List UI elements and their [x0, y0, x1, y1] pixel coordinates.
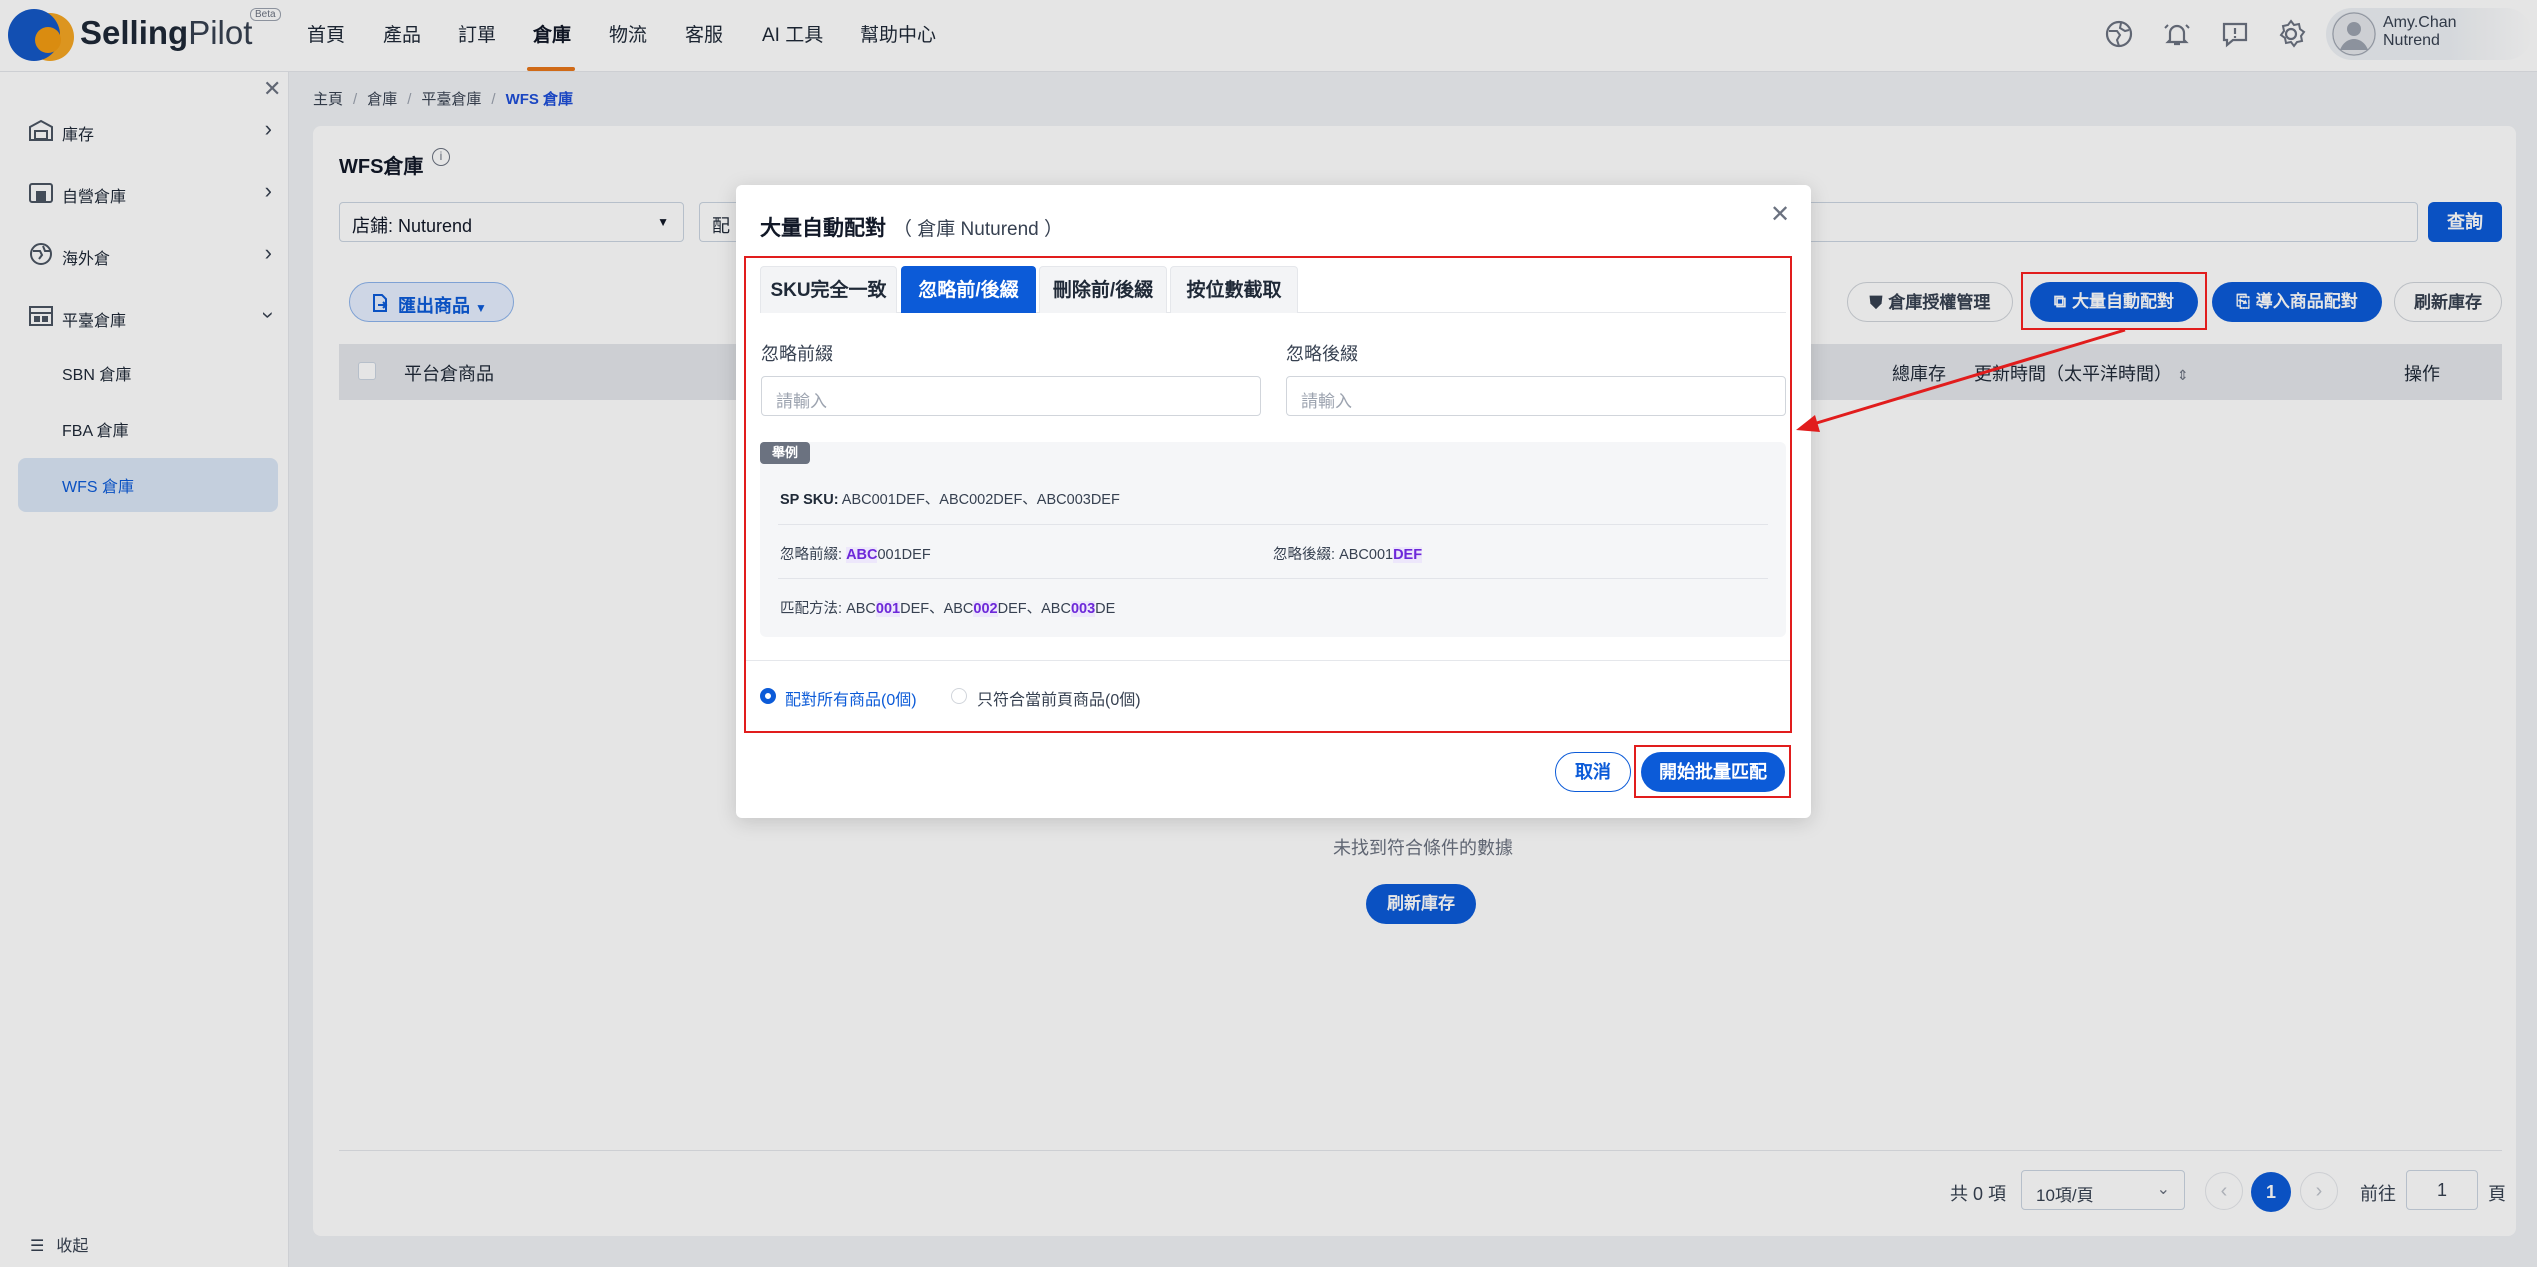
- annotation-highlight-options: [744, 256, 1792, 733]
- close-icon[interactable]: ✕: [1770, 200, 1790, 229]
- annotation-highlight-bulk: [2021, 272, 2207, 330]
- start-batch-match-button[interactable]: 開始批量匹配: [1641, 752, 1785, 792]
- cancel-button[interactable]: 取消: [1555, 752, 1631, 792]
- modal-title: 大量自動配對: [760, 217, 886, 240]
- modal-subtitle: （ 倉庫 Nuturend ）: [893, 219, 1063, 240]
